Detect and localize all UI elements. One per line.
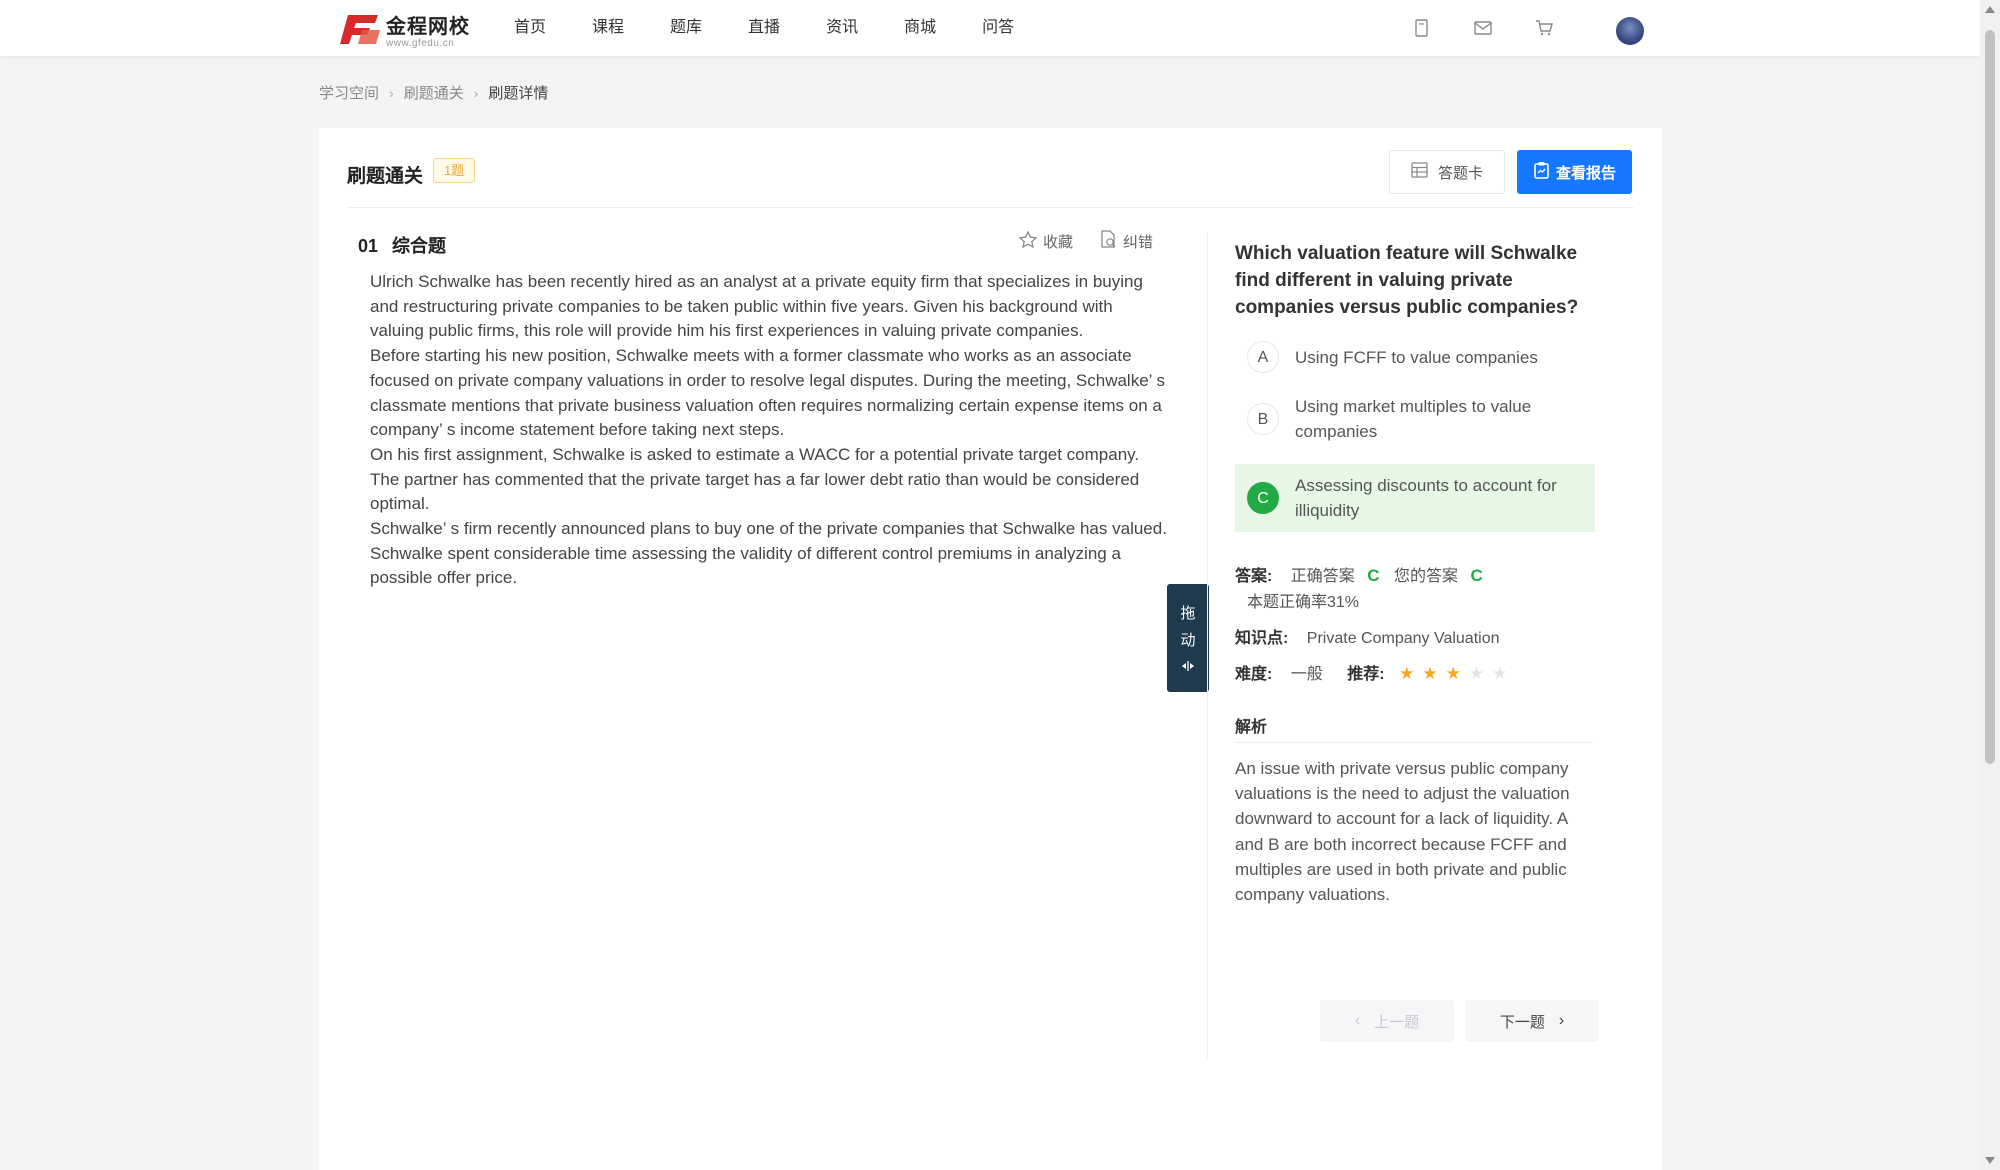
- chevron-right-icon: ›: [473, 84, 479, 101]
- resize-arrows-icon: [1181, 654, 1195, 681]
- difficulty-value: 一般: [1290, 666, 1323, 683]
- option-c-correct[interactable]: C Assessing discounts to account for ill…: [1235, 464, 1595, 532]
- mail-icon[interactable]: [1471, 16, 1495, 40]
- correct-answer-value: C: [1367, 566, 1380, 585]
- question-type: 综合题: [392, 236, 447, 256]
- accuracy-rate: 本题正确率31%: [1247, 594, 1360, 611]
- next-question-label: 下一题: [1499, 1013, 1545, 1031]
- option-a[interactable]: A Using FCFF to value companies: [1235, 337, 1595, 377]
- question-card: 刷题通关 1题 答题卡 查看报告 01 综合题 收藏 纠错 Ulrich Sch…: [319, 128, 1662, 1170]
- stem-paragraph: Before starting his new position, Schwal…: [370, 346, 1166, 440]
- knowledge-label: 知识点:: [1235, 630, 1289, 647]
- panel-divider: [1207, 232, 1208, 1058]
- cart-icon[interactable]: [1532, 16, 1556, 40]
- star-icon: ★: [1492, 664, 1508, 683]
- top-navigation-bar: 金程网校 www.gfedu.cn 首页 课程 题库 直播 资讯 商城 问答: [0, 0, 1980, 56]
- report-error-button[interactable]: 纠错: [1099, 230, 1153, 252]
- nav-item-mall[interactable]: 商城: [904, 0, 936, 56]
- page-title: 刷题通关: [347, 166, 424, 187]
- nav-item-home[interactable]: 首页: [514, 0, 546, 56]
- star-icon: ★: [1468, 664, 1485, 683]
- question-number: 01: [358, 236, 379, 256]
- recommend-label: 推荐:: [1347, 666, 1385, 683]
- star-icon: ★: [1445, 664, 1461, 683]
- next-question-button[interactable]: 下一题 ›: [1465, 1000, 1599, 1042]
- chevron-left-icon: ‹: [1354, 1012, 1361, 1029]
- chevron-right-icon: ›: [389, 84, 394, 101]
- main-nav: 首页 课程 题库 直播 资讯 商城 问答: [514, 0, 1060, 56]
- stem-paragraph: Ulrich Schwalke has been recently hired …: [370, 272, 1143, 341]
- scrollbar-thumb[interactable]: [1985, 30, 1995, 764]
- analysis-divider: [1235, 742, 1593, 743]
- knowledge-value: Private Company Valuation: [1306, 630, 1500, 647]
- bookmark-icon[interactable]: [1410, 16, 1434, 40]
- site-logo[interactable]: 金程网校 www.gfedu.cn: [340, 9, 470, 49]
- grid-icon: [1411, 162, 1428, 182]
- nav-item-courses[interactable]: 课程: [592, 0, 624, 56]
- answer-row: 答案: 正确答案 C 您的答案 C: [1235, 562, 1483, 586]
- option-b[interactable]: B Using market multiples to value compan…: [1235, 391, 1595, 447]
- recommend-stars: ★ ★ ★ ★ ★: [1399, 664, 1515, 684]
- correct-answer-label: 正确答案: [1290, 568, 1355, 585]
- logo-name: 金程网校: [386, 15, 470, 38]
- drag-label-char: 拖: [1180, 605, 1196, 622]
- view-report-label: 查看报告: [1555, 164, 1616, 182]
- chevron-right-icon: ›: [1558, 1012, 1565, 1029]
- header-divider: [347, 207, 1634, 208]
- option-letter: A: [1247, 341, 1279, 373]
- breadcrumb-current: 刷题详情: [488, 85, 549, 102]
- previous-question-label: 上一题: [1374, 1013, 1420, 1031]
- scroll-down-arrow-icon[interactable]: [1985, 1157, 1995, 1164]
- answer-card-label: 答题卡: [1437, 164, 1483, 182]
- user-avatar[interactable]: [1616, 17, 1644, 45]
- nav-item-qa[interactable]: 问答: [982, 0, 1014, 56]
- drag-label-char: 动: [1180, 632, 1196, 649]
- knowledge-row: 知识点: Private Company Valuation: [1235, 624, 1500, 648]
- question-header: 01 综合题: [358, 232, 446, 258]
- favorite-button[interactable]: 收藏: [1018, 229, 1074, 252]
- drag-resize-handle[interactable]: 拖 动: [1167, 584, 1209, 692]
- favorite-label: 收藏: [1043, 233, 1074, 251]
- option-text: Using FCFF to value companies: [1295, 347, 1538, 367]
- previous-question-button[interactable]: ‹ 上一题: [1320, 1000, 1454, 1042]
- breadcrumb-item-practice[interactable]: 刷题通关: [404, 82, 464, 103]
- stem-paragraph: Schwalke’ s firm recently announced plan…: [370, 519, 1167, 588]
- difficulty-label: 难度:: [1235, 666, 1273, 683]
- nav-item-news[interactable]: 资讯: [826, 0, 858, 56]
- star-icon: ★: [1399, 664, 1415, 683]
- option-letter: C: [1247, 482, 1279, 514]
- your-answer-label: 您的答案: [1394, 568, 1459, 585]
- question-count-badge: 1题: [433, 158, 476, 183]
- analysis-text: An issue with private versus public comp…: [1235, 759, 1570, 905]
- nav-item-live[interactable]: 直播: [748, 0, 780, 56]
- stem-paragraph: On his first assignment, Schwalke is ask…: [370, 444, 1140, 514]
- page-scrollbar[interactable]: [1980, 0, 2000, 1170]
- logo-url: www.gfedu.cn: [386, 37, 455, 49]
- scroll-up-arrow-icon[interactable]: [1985, 6, 1995, 13]
- option-letter: B: [1247, 403, 1279, 435]
- breadcrumb-item-study-space[interactable]: 学习空间: [319, 82, 379, 103]
- sub-question-text: Which valuation feature will Schwalke fi…: [1235, 243, 1579, 318]
- report-icon: [1533, 161, 1550, 183]
- option-text: Assessing discounts to account for illiq…: [1295, 476, 1557, 520]
- logo-icon: [340, 11, 382, 47]
- breadcrumb: 学习空间 › 刷题通关 › 刷题详情: [319, 82, 548, 103]
- answer-label: 答案:: [1235, 568, 1273, 585]
- nav-item-question-bank[interactable]: 题库: [670, 0, 702, 56]
- report-error-label: 纠错: [1123, 233, 1154, 251]
- star-icon: ★: [1422, 664, 1438, 683]
- your-answer-value: C: [1470, 566, 1483, 585]
- star-outline-icon: [1018, 229, 1038, 252]
- analysis-title: 解析: [1235, 719, 1268, 736]
- view-report-button[interactable]: 查看报告: [1517, 150, 1632, 194]
- error-report-icon: [1099, 230, 1117, 252]
- difficulty-row: 难度: 一般 推荐: ★ ★ ★ ★ ★: [1235, 660, 1515, 684]
- question-stem: Ulrich Schwalke has been recently hired …: [370, 270, 1170, 591]
- answer-card-button[interactable]: 答题卡: [1389, 150, 1505, 194]
- option-text: Using market multiples to value companie…: [1295, 397, 1532, 441]
